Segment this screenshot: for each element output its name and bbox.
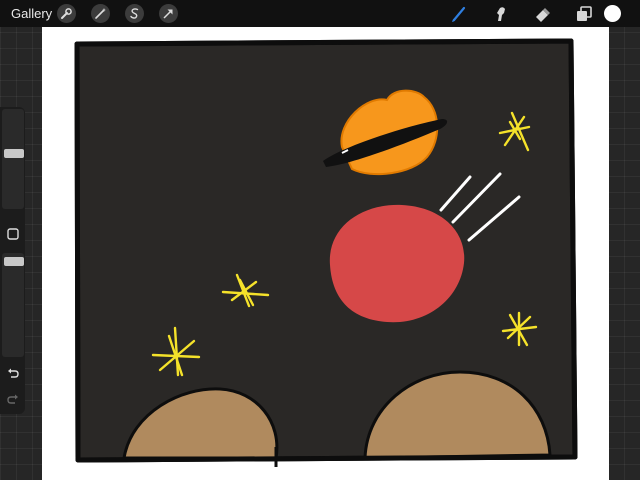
gallery-button[interactable]: Gallery [11,6,52,21]
brush-icon[interactable] [449,4,469,24]
brush-size-slider[interactable] [2,109,24,209]
eraser-icon[interactable] [532,4,552,24]
modify-square-icon[interactable] [5,226,20,241]
selection-icon[interactable] [125,4,144,23]
side-toolbar [0,107,25,414]
top-toolbar: Gallery [0,0,640,27]
smudge-icon[interactable] [491,4,511,24]
wrench-icon[interactable] [57,4,76,23]
opacity-thumb[interactable] [4,257,24,266]
opacity-slider[interactable] [2,253,24,357]
artwork [74,38,578,467]
color-picker-swatch[interactable] [604,5,621,22]
redo-icon[interactable] [5,391,20,406]
brush-size-thumb[interactable] [4,149,24,158]
move-arrow-icon[interactable] [159,4,178,23]
undo-icon[interactable] [5,365,20,380]
layers-icon[interactable] [574,4,594,24]
drawing-canvas[interactable] [42,27,609,480]
magic-wand-icon[interactable] [91,4,110,23]
